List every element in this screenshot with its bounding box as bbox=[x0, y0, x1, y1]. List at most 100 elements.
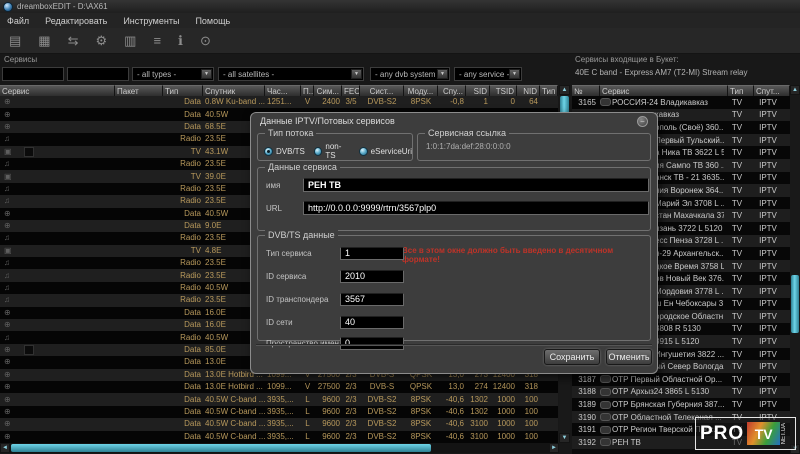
group-label: Тип потока bbox=[265, 128, 316, 138]
menu-help[interactable]: Помощь bbox=[195, 16, 230, 26]
scroll-up-icon[interactable]: ▲ bbox=[559, 85, 570, 95]
column-header[interactable]: Час... bbox=[265, 85, 301, 96]
column-header[interactable]: Спут... bbox=[754, 85, 790, 96]
cell-icon bbox=[598, 375, 612, 383]
cell-service: ♫ bbox=[0, 133, 115, 145]
list-icon[interactable]: ≡ bbox=[153, 34, 161, 47]
column-header[interactable]: Тип bbox=[540, 85, 558, 96]
column-header[interactable]: SID bbox=[466, 85, 490, 96]
radio-option-dvb-ts[interactable]: DVB/TS bbox=[264, 147, 305, 156]
save-button[interactable]: Сохранить bbox=[544, 349, 600, 365]
scroll-thumb[interactable] bbox=[11, 444, 431, 452]
column-header[interactable]: Спутник bbox=[203, 85, 265, 96]
column-header[interactable]: Сист... bbox=[360, 85, 404, 96]
column-header[interactable]: Спу... bbox=[438, 85, 466, 96]
satellites-dropdown[interactable]: - all satellites - ▼ bbox=[218, 67, 364, 81]
open-icon[interactable]: ▤ bbox=[9, 34, 21, 47]
column-header[interactable]: Сервис bbox=[600, 85, 728, 96]
left-table-hscrollbar[interactable]: ◄ ► bbox=[0, 443, 559, 453]
cell-satellite: IPTV bbox=[750, 324, 786, 333]
settings-gear-icon[interactable]: ⚙ bbox=[96, 34, 108, 47]
chevron-down-icon[interactable]: ▼ bbox=[201, 69, 212, 79]
column-header[interactable]: NID bbox=[517, 85, 540, 96]
field-input[interactable] bbox=[340, 270, 404, 283]
service-name-input[interactable] bbox=[303, 178, 649, 192]
scroll-down-icon[interactable]: ▼ bbox=[559, 433, 570, 443]
column-header[interactable]: Тип bbox=[728, 85, 754, 96]
service-dropdown[interactable]: - any service - ▼ bbox=[454, 67, 522, 81]
column-header[interactable]: Сервис bbox=[0, 85, 115, 96]
filter-input-2[interactable] bbox=[67, 67, 129, 81]
table-row[interactable]: ⊕Data40.5W C-band ...3935,...L96002/3DVB… bbox=[0, 406, 558, 418]
field-label: ID сервиса bbox=[266, 272, 340, 281]
radio-button-icon[interactable] bbox=[314, 147, 322, 156]
column-header[interactable]: TSID bbox=[490, 85, 517, 96]
chevron-down-icon[interactable]: ▼ bbox=[509, 69, 520, 79]
table-row[interactable]: ⊕Data40.5W C-band ...3935,...L96002/3DVB… bbox=[0, 431, 558, 443]
cancel-button[interactable]: Отменить bbox=[606, 349, 652, 365]
column-header[interactable]: Сим... bbox=[314, 85, 342, 96]
table-row[interactable]: ⊕Data13.0E Hotbird ...1099...V275002/3DV… bbox=[0, 381, 558, 393]
chevron-down-icon[interactable]: ▼ bbox=[437, 69, 448, 79]
cell-sys: DVB-S2 bbox=[360, 394, 404, 406]
cell-service: ⊕ bbox=[0, 381, 115, 393]
cell-mod: 8PSK bbox=[404, 431, 438, 443]
field-input[interactable] bbox=[340, 337, 404, 350]
radio-button-icon[interactable] bbox=[264, 147, 273, 156]
dvb-system-dropdown[interactable]: - any dvb system - ▼ bbox=[370, 67, 450, 81]
field-input[interactable] bbox=[340, 293, 404, 306]
column-header[interactable]: FEC bbox=[342, 85, 360, 96]
stream-type-group: Тип потока DVB/TSnon-TSeServiceUri bbox=[257, 133, 413, 161]
service-url-input[interactable] bbox=[303, 201, 649, 215]
copy-icon[interactable]: ▥ bbox=[124, 34, 136, 47]
table-row[interactable]: 3165РОССИЯ-24 ВладикавказTVIPTV bbox=[572, 96, 790, 109]
column-header[interactable]: Моду... bbox=[404, 85, 438, 96]
transfer-icon[interactable]: ⇆ bbox=[68, 34, 79, 47]
cell-type: Data bbox=[163, 109, 203, 121]
cell-type: TV bbox=[724, 299, 750, 308]
radio-button-icon[interactable] bbox=[359, 147, 368, 156]
filter-input-1[interactable] bbox=[2, 67, 64, 81]
radio-option-non-ts[interactable]: non-TS bbox=[314, 142, 350, 160]
column-header[interactable]: Тип bbox=[163, 85, 203, 96]
about-icon[interactable]: ⊙ bbox=[200, 34, 211, 47]
column-header[interactable]: П... bbox=[301, 85, 314, 96]
table-row[interactable]: ⊕Data0.8W Ku-band ...1251...V24003/5DVB-… bbox=[0, 96, 558, 108]
menu-file[interactable]: Файл bbox=[7, 16, 29, 26]
radio-option-eserviceuri[interactable]: eServiceUri bbox=[359, 147, 412, 156]
cell-type: Data bbox=[163, 220, 203, 232]
cell-nid: 318 bbox=[517, 381, 540, 393]
table-row[interactable]: 3189ОТР Брянская Губерния 387...TVIPTV bbox=[572, 398, 790, 411]
field-input[interactable] bbox=[340, 247, 404, 260]
chevron-down-icon[interactable]: ▼ bbox=[351, 69, 362, 79]
column-header[interactable]: № bbox=[572, 85, 600, 96]
right-table-vscrollbar[interactable]: ▲ ▼ bbox=[790, 85, 800, 454]
save-icon[interactable]: ▦ bbox=[38, 34, 50, 47]
cell-nid: 100 bbox=[517, 394, 540, 406]
table-row[interactable]: 3187ОТР Первый Областной Ор...TVIPTV bbox=[572, 373, 790, 386]
dvbts-data-group: DVB/TS данные Все в этом окне должно быт… bbox=[257, 235, 651, 341]
cell-icon bbox=[598, 401, 612, 409]
info-icon[interactable]: ℹ bbox=[178, 34, 183, 47]
cell-service: ♫ bbox=[0, 232, 115, 244]
scroll-left-icon[interactable]: ◄ bbox=[0, 443, 10, 453]
scroll-right-icon[interactable]: ► bbox=[549, 443, 559, 453]
cell-freq: 3935,... bbox=[265, 431, 301, 443]
scroll-thumb[interactable] bbox=[791, 275, 799, 333]
table-row[interactable]: ⊕Data40.5W C-band ...3935,...L96002/3DVB… bbox=[0, 393, 558, 405]
cell-pos: -40,6 bbox=[438, 394, 466, 406]
menu-tools[interactable]: Инструменты bbox=[123, 16, 179, 26]
types-dropdown[interactable]: - all types - ▼ bbox=[132, 67, 214, 81]
field-input[interactable] bbox=[340, 316, 404, 329]
dialog-rollup-icon[interactable]: – bbox=[637, 116, 648, 127]
tv-icon: ▣ bbox=[4, 171, 15, 183]
column-header[interactable]: Пакет bbox=[115, 85, 163, 96]
cell-service: ⊕ bbox=[0, 356, 115, 368]
data-icon: ⊕ bbox=[4, 431, 15, 443]
menu-edit[interactable]: Редактировать bbox=[45, 16, 107, 26]
cell-satellite: IPTV bbox=[750, 173, 786, 182]
table-row[interactable]: 3188ОТР Архыз24 3865 L 5130TVIPTV bbox=[572, 386, 790, 399]
cell-number: 3192 bbox=[572, 438, 598, 447]
scroll-up-icon[interactable]: ▲ bbox=[790, 85, 800, 95]
table-row[interactable]: ⊕Data40.5W C-band ...3935,...L96002/3DVB… bbox=[0, 418, 558, 430]
